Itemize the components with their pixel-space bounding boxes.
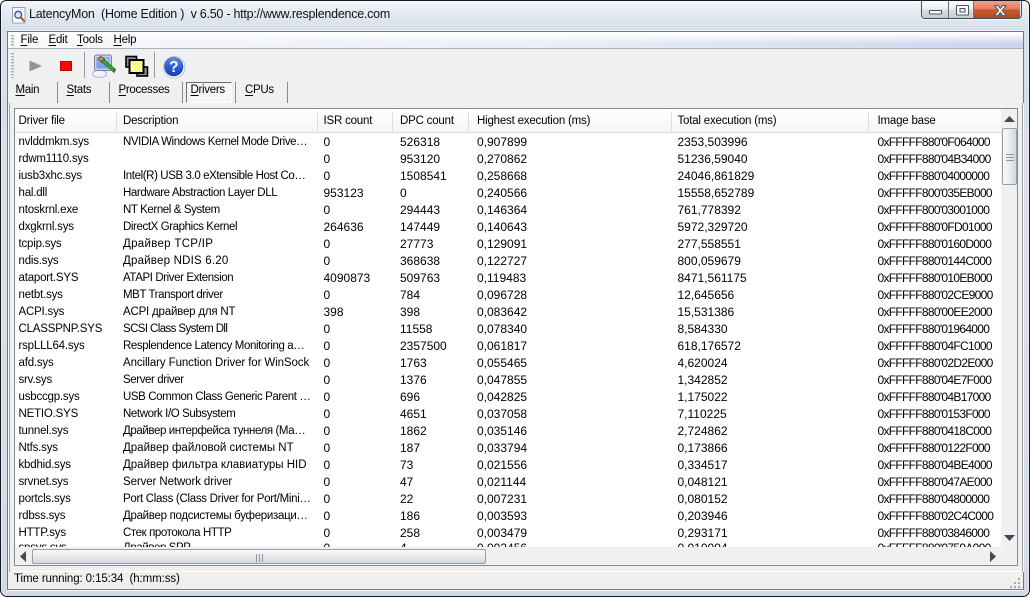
- svg-text:?: ?: [169, 59, 178, 76]
